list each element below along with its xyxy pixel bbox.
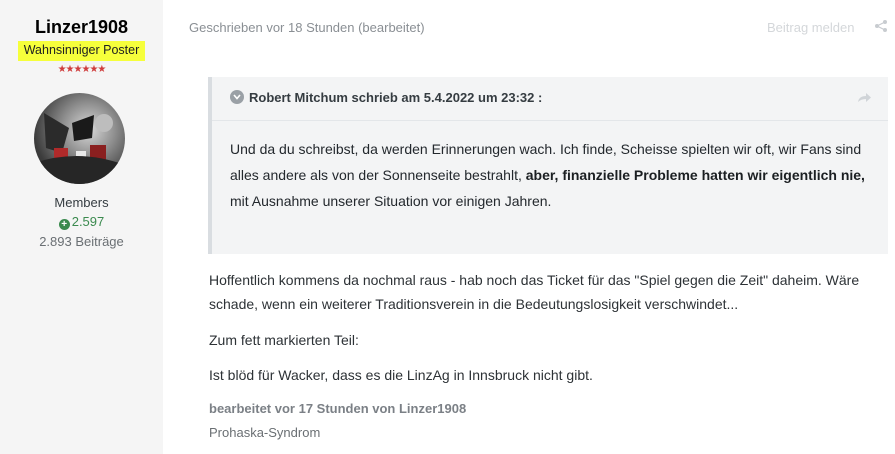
report-link[interactable]: Beitrag melden: [767, 20, 854, 35]
avatar-image: [34, 113, 125, 184]
chevron-down-icon[interactable]: [230, 90, 244, 104]
quote-header[interactable]: Robert Mitchum schrieb am 5.4.2022 um 23…: [212, 77, 888, 121]
reply-arrow-icon[interactable]: [856, 91, 872, 105]
author-group: Members: [54, 195, 109, 210]
signature: Prohaska-Syndrom: [209, 425, 321, 440]
post-timestamp[interactable]: Geschrieben vor 18 Stunden (bearbeitet): [189, 20, 425, 35]
author-title: Wahnsinniger Poster: [17, 41, 146, 61]
quote-block: Robert Mitchum schrieb am 5.4.2022 um 23…: [208, 77, 888, 254]
author-title-wrap: Wahnsinniger Poster: [0, 41, 163, 61]
reputation: +2.597: [0, 214, 163, 230]
share-icon[interactable]: [874, 19, 888, 33]
post-paragraph: Ist blöd für Wacker, dass es die LinzAg …: [209, 367, 593, 383]
post-paragraph: Hoffentlich kommens da nochmal raus - ha…: [209, 272, 860, 312]
quote-text-bold: aber, finanzielle Probleme hatten wir ei…: [525, 167, 865, 183]
reputation-value: 2.597: [71, 214, 105, 229]
post-paragraph: Zum fett markierten Teil:: [209, 332, 359, 348]
post-count: 2.893 Beiträge: [39, 234, 124, 249]
avatar[interactable]: [34, 93, 125, 184]
edited-note: bearbeitet vor 17 Stunden von Linzer1908: [209, 401, 467, 416]
author-panel: Linzer1908 Wahnsinniger Poster ★★★★★★ Me…: [0, 0, 163, 454]
quote-text-after: mit Ausnahme unserer Situation vor einig…: [230, 193, 552, 209]
author-username[interactable]: Linzer1908: [0, 17, 163, 38]
quote-text: Und da du schreibst, da werden Erinnerun…: [212, 121, 888, 214]
quote-author: Robert Mitchum schrieb am 5.4.2022 um 23…: [249, 90, 543, 105]
plus-icon: +: [58, 219, 70, 230]
rank-stars: ★★★★★★: [57, 64, 107, 75]
